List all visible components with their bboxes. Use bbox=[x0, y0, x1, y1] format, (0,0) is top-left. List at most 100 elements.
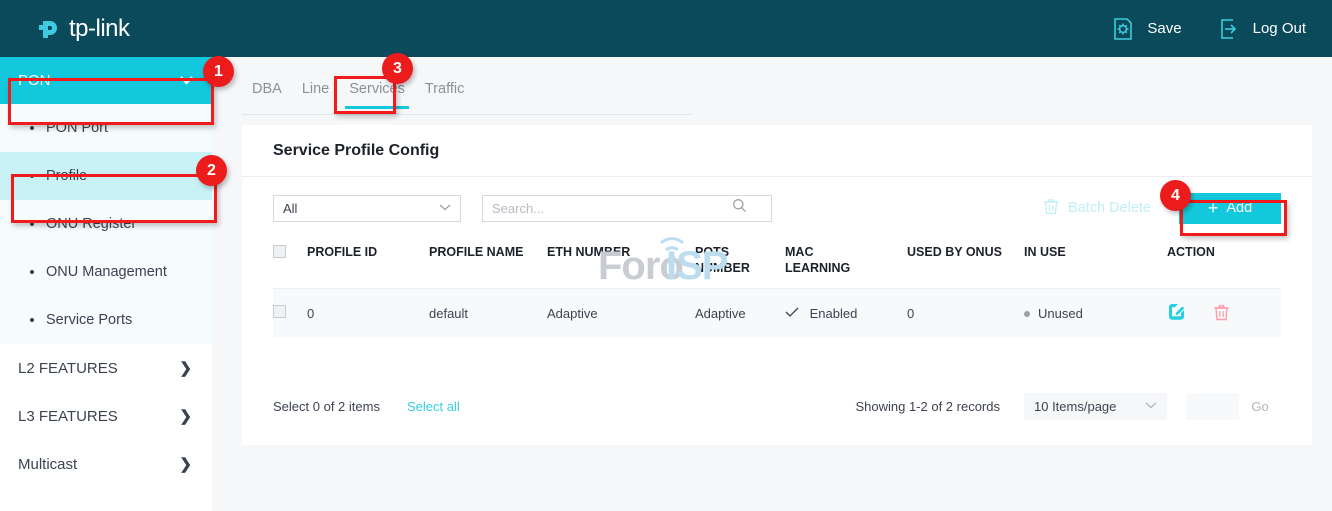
logout-label: Log Out bbox=[1253, 20, 1306, 37]
sidebar-item-profile[interactable]: Profile bbox=[0, 152, 212, 200]
sidebar-item-onu-management[interactable]: ONU Management bbox=[0, 248, 212, 296]
col-profile-name: PROFILE NAME bbox=[429, 239, 547, 289]
page-number-input[interactable] bbox=[1186, 393, 1239, 420]
top-bar-actions: Save Log Out bbox=[1076, 16, 1306, 42]
col-profile-id: PROFILE ID bbox=[307, 239, 429, 289]
selection-count: Select 0 of 2 items bbox=[273, 399, 380, 414]
cell-in-use-value: Unused bbox=[1038, 306, 1083, 321]
cell-used-by-onus: 0 bbox=[907, 289, 1024, 338]
cell-mac-learning-value: Enabled bbox=[810, 306, 858, 321]
edit-pencil-icon[interactable] bbox=[1167, 302, 1186, 321]
table-header: PROFILE ID PROFILE NAME ETH NUMBER POTS … bbox=[273, 239, 1281, 289]
table-body: 0 default Adaptive Adaptive Enabled 0 Un… bbox=[273, 289, 1281, 338]
records-info: Showing 1-2 of 2 records bbox=[855, 399, 1000, 414]
filter-select-value: All bbox=[283, 201, 297, 216]
status-badge-dot bbox=[1024, 311, 1030, 317]
save-label: Save bbox=[1147, 20, 1181, 37]
table-footer: Select 0 of 2 items Select all Showing 1… bbox=[242, 381, 1312, 431]
save-gear-icon bbox=[1110, 16, 1136, 42]
select-all-link[interactable]: Select all bbox=[407, 399, 460, 414]
page-title: Service Profile Config bbox=[242, 125, 1312, 177]
plus-icon: + bbox=[1208, 199, 1219, 217]
col-mac-learning-line2: LEARNING bbox=[785, 261, 850, 275]
sidebar-item-onu-register[interactable]: ONU Register bbox=[0, 200, 212, 248]
search-box[interactable] bbox=[482, 195, 772, 222]
bullet-icon bbox=[30, 270, 34, 274]
tab-dba[interactable]: DBA bbox=[242, 81, 292, 108]
brand-name: tp-link bbox=[69, 15, 130, 43]
cell-pots-number: Adaptive bbox=[695, 289, 785, 338]
search-input[interactable] bbox=[492, 201, 732, 216]
bullet-icon bbox=[30, 174, 34, 178]
sidebar-item-l2-features[interactable]: L2 FEATURES ❯ bbox=[0, 344, 212, 392]
row-select-cell bbox=[273, 289, 307, 338]
batch-delete-label: Batch Delete bbox=[1068, 200, 1151, 216]
chevron-right-icon: ❯ bbox=[179, 359, 192, 377]
cell-eth-number: Adaptive bbox=[547, 289, 695, 338]
pagination: Showing 1-2 of 2 records 10 Items/page G… bbox=[855, 393, 1281, 420]
table-header-row: PROFILE ID PROFILE NAME ETH NUMBER POTS … bbox=[273, 239, 1281, 289]
tab-traffic[interactable]: Traffic bbox=[415, 81, 474, 108]
col-eth-number: ETH NUMBER bbox=[547, 239, 695, 289]
col-action: ACTION bbox=[1167, 239, 1281, 289]
sidebar-item-service-ports[interactable]: Service Ports bbox=[0, 296, 212, 344]
top-bar: tp-link Save bbox=[0, 0, 1332, 57]
sidebar-submenu-pon: PON Port Profile ONU Register ONU Manage… bbox=[0, 104, 212, 344]
service-profile-panel: Service Profile Config All bbox=[242, 125, 1312, 445]
sidebar-item-multicast[interactable]: Multicast ❯ bbox=[0, 440, 212, 488]
select-all-header bbox=[273, 239, 307, 289]
tab-services[interactable]: Services bbox=[339, 81, 415, 108]
save-button[interactable]: Save bbox=[1110, 16, 1181, 42]
page-size-value: 10 Items/page bbox=[1034, 399, 1116, 414]
chevron-right-icon: ❯ bbox=[179, 455, 192, 473]
sidebar-item-label: PON Port bbox=[46, 120, 108, 136]
sidebar-item-label: L3 FEATURES bbox=[18, 408, 118, 425]
logout-arrow-icon bbox=[1216, 16, 1242, 42]
chevron-down-icon bbox=[439, 202, 451, 214]
sidebar-item-label: ONU Register bbox=[46, 216, 136, 232]
col-pots-number: POTS NUMBER bbox=[695, 239, 785, 289]
col-in-use: IN USE bbox=[1024, 239, 1167, 289]
tplink-logo-icon bbox=[34, 14, 64, 44]
sidebar-group-pon-label: PON bbox=[18, 72, 51, 89]
chevron-down-icon bbox=[179, 72, 194, 89]
select-all-checkbox[interactable] bbox=[273, 245, 286, 258]
go-button[interactable]: Go bbox=[1239, 393, 1281, 420]
sidebar-item-label: Service Ports bbox=[46, 312, 132, 328]
chevron-down-icon bbox=[1145, 400, 1157, 412]
sidebar-item-label: ONU Management bbox=[46, 264, 167, 280]
sidebar-item-l3-features[interactable]: L3 FEATURES ❯ bbox=[0, 392, 212, 440]
sidebar-item-pon-port[interactable]: PON Port bbox=[0, 104, 212, 152]
col-mac-learning-line1: MAC bbox=[785, 245, 813, 259]
filter-select[interactable]: All bbox=[273, 195, 461, 222]
add-button[interactable]: + Add bbox=[1179, 193, 1281, 224]
cell-profile-id: 0 bbox=[307, 289, 429, 338]
brand-logo: tp-link bbox=[34, 14, 130, 44]
sidebar-item-label: Profile bbox=[46, 168, 87, 184]
cell-in-use: Unused bbox=[1024, 289, 1167, 338]
cell-action bbox=[1167, 289, 1281, 338]
panel-toolbar: All bbox=[242, 177, 1312, 239]
page-size-select[interactable]: 10 Items/page bbox=[1024, 393, 1167, 420]
delete-trash-icon[interactable] bbox=[1213, 303, 1230, 321]
batch-delete-button[interactable]: Batch Delete bbox=[1043, 198, 1151, 219]
sidebar-item-label: Multicast bbox=[18, 456, 77, 473]
col-used-by-onus: USED BY ONUS bbox=[907, 239, 1024, 289]
chevron-right-icon: ❯ bbox=[179, 407, 192, 425]
sidebar-group-pon[interactable]: PON bbox=[0, 57, 212, 104]
search-icon[interactable] bbox=[732, 198, 747, 218]
sidebar-item-label: L2 FEATURES bbox=[18, 360, 118, 377]
profile-table: PROFILE ID PROFILE NAME ETH NUMBER POTS … bbox=[273, 239, 1281, 337]
table-row[interactable]: 0 default Adaptive Adaptive Enabled 0 Un… bbox=[273, 289, 1281, 338]
toolbar-actions: Batch Delete + Add bbox=[1043, 193, 1281, 224]
col-mac-learning: MAC LEARNING bbox=[785, 239, 907, 289]
bullet-icon bbox=[30, 318, 34, 322]
add-label: Add bbox=[1226, 200, 1252, 216]
main-content: DBA Line Services Traffic Service Profil… bbox=[212, 57, 1332, 511]
trash-icon bbox=[1043, 198, 1059, 219]
tab-line[interactable]: Line bbox=[292, 81, 339, 108]
sidebar: PON PON Port Profile ONU Register ONU Ma… bbox=[0, 57, 212, 511]
row-checkbox[interactable] bbox=[273, 305, 286, 318]
check-icon bbox=[785, 306, 803, 321]
logout-button[interactable]: Log Out bbox=[1216, 16, 1306, 42]
